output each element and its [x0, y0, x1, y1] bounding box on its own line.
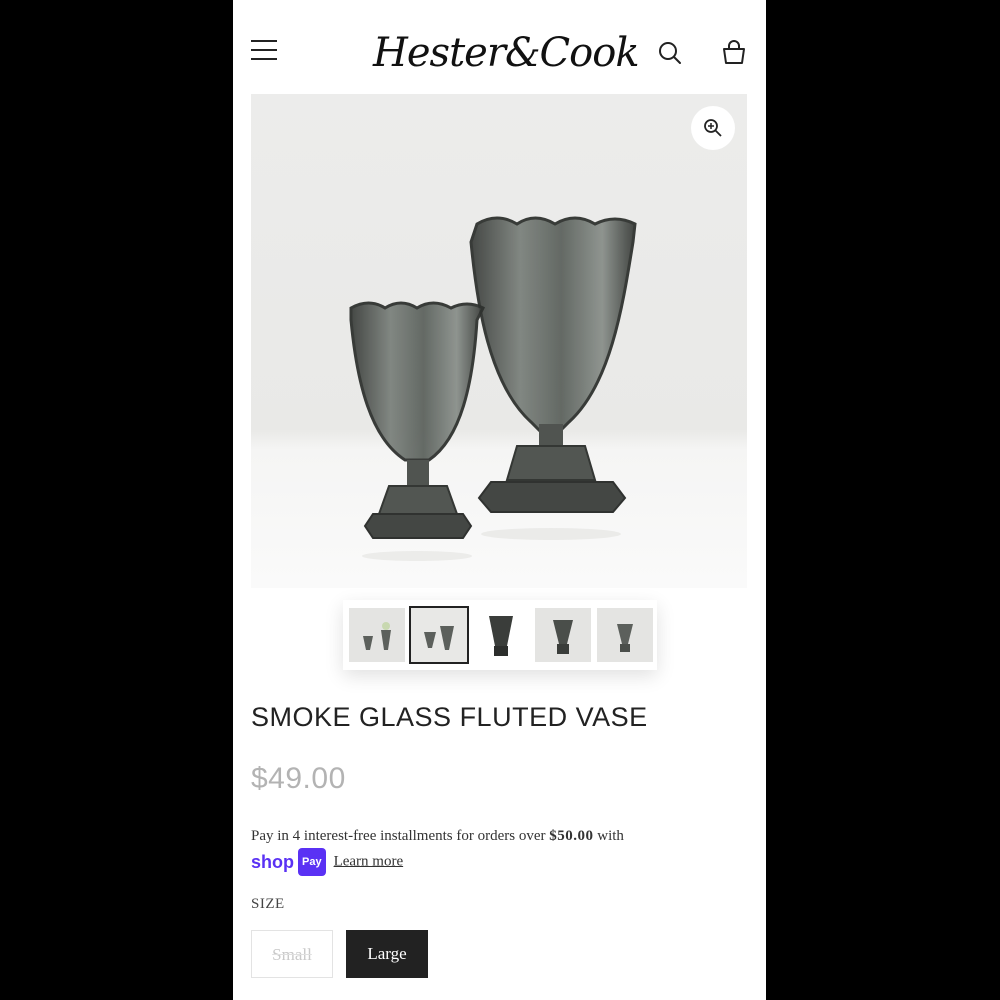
thumbnail-3[interactable] [473, 608, 529, 662]
shopping-bag-icon[interactable] [721, 38, 747, 66]
thumbnail-5[interactable] [597, 608, 653, 662]
product-title: SMOKE GLASS FLUTED VASE [251, 702, 648, 732]
hamburger-menu-icon[interactable] [251, 40, 277, 62]
size-option-large[interactable]: Large [346, 930, 428, 978]
shop-pay-logo: shop [251, 852, 294, 872]
size-option-small[interactable]: Small [251, 930, 333, 978]
thumbnail-4[interactable] [535, 608, 591, 662]
product-main-image[interactable] [251, 94, 747, 588]
zoom-button[interactable] [691, 106, 735, 150]
installment-text: Pay in 4 interest-free installments for … [251, 828, 546, 844]
size-label: SIZE [251, 896, 285, 912]
thumbnail-1[interactable] [349, 608, 405, 662]
brand-logo[interactable]: Hester&Cook [373, 18, 640, 88]
small-vase [349, 301, 486, 539]
site-header: Hester&Cook [233, 0, 766, 92]
product-price: $49.00 [251, 762, 346, 795]
thumbnail-2[interactable] [409, 606, 469, 664]
learn-more-link[interactable]: Learn more [334, 853, 404, 869]
mobile-page: Hester&Cook SMOKE GLASS FLUTED VASE $49.… [233, 0, 766, 1000]
zoom-in-icon [704, 119, 722, 137]
installment-suffix: with [597, 828, 624, 844]
large-vase [469, 216, 637, 513]
thumbnail-strip [343, 600, 657, 670]
installment-info: Pay in 4 interest-free installments for … [251, 824, 751, 876]
search-icon[interactable] [657, 40, 683, 66]
shop-pay-badge: Pay [298, 848, 326, 876]
installment-threshold: $50.00 [549, 828, 594, 844]
smoke-glass-vases-photo [349, 216, 637, 561]
